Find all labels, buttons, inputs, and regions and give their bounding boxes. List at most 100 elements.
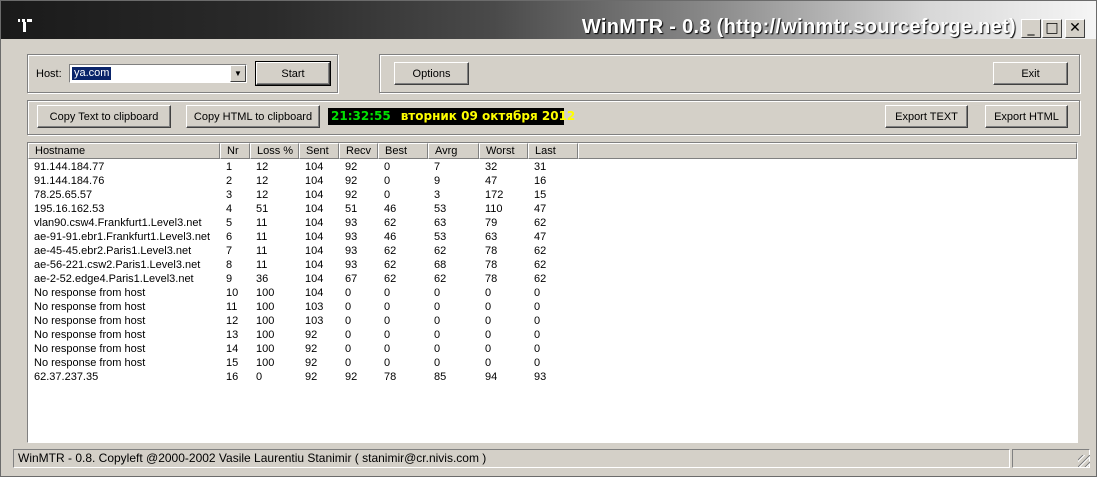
table-cell: 0 xyxy=(485,301,492,313)
table-cell: 0 xyxy=(434,301,441,313)
table-row[interactable]: 78.25.65.57 3 12 104 92 0 3 172 15 xyxy=(28,188,1077,202)
table-cell: 0 xyxy=(534,315,541,327)
table-row[interactable]: vlan90.csw4.Frankfurt1.Level3.net 5 11 104 9… xyxy=(28,216,1077,230)
table-cell: 12 xyxy=(226,315,239,327)
table-cell: 9 xyxy=(434,175,441,187)
table-cell: 92 xyxy=(345,175,358,187)
table-cell: 0 xyxy=(434,357,441,369)
table-cell: 47 xyxy=(534,231,547,243)
table-cell: 78 xyxy=(384,371,397,383)
table-cell: ae-45-45.ebr2.Paris1.Level3.net xyxy=(34,245,192,257)
table-row[interactable]: 91.144.184.77 1 12 104 92 0 7 32 31 xyxy=(28,160,1077,174)
table-cell: 12 xyxy=(256,189,269,201)
column-header-filler xyxy=(578,143,1077,159)
export-html-button[interactable]: Export HTML xyxy=(985,105,1068,128)
table-cell: 94 xyxy=(485,371,498,383)
table-row[interactable]: 195.16.162.53 4 51 104 51 46 53 110 47 xyxy=(28,202,1077,216)
column-header[interactable]: Hostname xyxy=(28,143,220,159)
table-cell: 67 xyxy=(345,273,358,285)
table-row[interactable]: ae-91-91.ebr1.Frankfurt1.Level3.net 6 11 10… xyxy=(28,230,1077,244)
table-cell: 63 xyxy=(485,231,498,243)
table-row[interactable]: No response from host 15 100 92 0 0 0 0 0 xyxy=(28,356,1077,370)
table-row[interactable]: No response from host 10 100 104 0 0 0 0 0 xyxy=(28,286,1077,300)
copy-html-button[interactable]: Copy HTML to clipboard xyxy=(186,105,320,128)
maximize-button[interactable]: □ xyxy=(1042,19,1062,38)
dropdown-arrow-button[interactable]: ▼ xyxy=(230,65,246,82)
table-cell: 104 xyxy=(305,259,324,271)
table-cell: 92 xyxy=(305,357,318,369)
table-cell: 46 xyxy=(384,203,397,215)
resize-grip[interactable] xyxy=(1078,455,1090,467)
export-text-button[interactable]: Export TEXT xyxy=(885,105,968,128)
table-cell: 100 xyxy=(256,315,275,327)
table-cell: 32 xyxy=(485,161,498,173)
exit-button[interactable]: Exit xyxy=(993,62,1068,85)
table-row[interactable]: No response from host 14 100 92 0 0 0 0 0 xyxy=(28,342,1077,356)
table-cell: 0 xyxy=(434,343,441,355)
table-cell: ae-91-91.ebr1.Frankfurt1.Level3.net xyxy=(34,231,211,243)
table-cell: No response from host xyxy=(34,301,146,313)
copy-text-button[interactable]: Copy Text to clipboard xyxy=(37,105,171,128)
table-cell: 62 xyxy=(384,273,397,285)
table-cell: 100 xyxy=(256,301,275,313)
column-header[interactable]: Loss % xyxy=(250,143,299,159)
table-cell: 62 xyxy=(534,217,547,229)
table-cell: 0 xyxy=(345,329,352,341)
title-bar[interactable]: WinMTR - 0.8 (http://winmtr.sourceforge.… xyxy=(1,1,1096,39)
table-row[interactable]: ae-56-221.csw2.Paris1.Level3.net 8 11 104 93… xyxy=(28,258,1077,272)
table-cell: 62.37.237.35 xyxy=(34,371,99,383)
table-cell: 92 xyxy=(305,329,318,341)
table-row[interactable]: No response from host 13 100 92 0 0 0 0 0 xyxy=(28,328,1077,342)
table-cell: 0 xyxy=(485,329,492,341)
table-cell: 6 xyxy=(226,231,233,243)
table-cell: 11 xyxy=(256,259,268,271)
table-cell: 0 xyxy=(384,357,391,369)
table-cell: 14 xyxy=(226,343,239,355)
column-header[interactable]: Sent xyxy=(299,143,339,159)
table-cell: 62 xyxy=(384,245,397,257)
column-header[interactable]: Recv xyxy=(339,143,378,159)
start-button[interactable]: Start xyxy=(255,61,331,86)
table-cell: 91.144.184.76 xyxy=(34,175,105,187)
table-cell: 0 xyxy=(384,301,391,313)
minimize-button[interactable]: _ xyxy=(1021,19,1041,38)
table-cell: 0 xyxy=(434,329,441,341)
table-cell: 172 xyxy=(485,189,504,201)
table-row[interactable]: ae-45-45.ebr2.Paris1.Level3.net 7 11 104 93 6… xyxy=(28,244,1077,258)
table-cell: ae-56-221.csw2.Paris1.Level3.net xyxy=(34,259,201,271)
table-cell: 92 xyxy=(345,161,358,173)
table-cell: 103 xyxy=(305,301,324,313)
column-header[interactable]: Best xyxy=(378,143,428,159)
options-button[interactable]: Options xyxy=(394,62,469,85)
app-icon[interactable] xyxy=(16,18,38,36)
table-cell: 0 xyxy=(345,343,352,355)
table-cell: 1 xyxy=(226,161,233,173)
table-cell: 0 xyxy=(534,343,541,355)
table-cell: 78 xyxy=(485,273,498,285)
column-header[interactable]: Avrg xyxy=(428,143,479,159)
column-header[interactable]: Nr xyxy=(220,143,250,159)
table-row[interactable]: 91.144.184.76 2 12 104 92 0 9 47 16 xyxy=(28,174,1077,188)
column-header[interactable]: Last xyxy=(528,143,578,159)
host-input[interactable]: ya.com xyxy=(72,67,112,80)
table-cell: 91.144.184.77 xyxy=(34,161,105,173)
list-header: Hostname Nr Loss % Sent Recv Best Avrg Worst Las… xyxy=(28,143,1077,159)
table-row[interactable]: No response from host 11 100 103 0 0 0 0 0 xyxy=(28,300,1077,314)
host-combobox[interactable]: ya.com ▼ xyxy=(69,64,247,83)
table-row[interactable]: No response from host 12 100 103 0 0 0 0 0 xyxy=(28,314,1077,328)
column-header[interactable]: Worst xyxy=(479,143,528,159)
table-cell: 104 xyxy=(305,231,324,243)
table-cell: 93 xyxy=(345,245,358,257)
results-list[interactable]: Hostname Nr Loss % Sent Recv Best Avrg Worst Las… xyxy=(27,142,1078,443)
table-cell: No response from host xyxy=(34,329,146,341)
minimize-icon: _ xyxy=(1027,20,1035,36)
table-row[interactable]: ae-2-52.edge4.Paris1.Level3.net 9 36 104 67 6… xyxy=(28,272,1077,286)
close-button[interactable]: ✕ xyxy=(1065,19,1085,38)
table-cell: 0 xyxy=(534,357,541,369)
table-cell: 78 xyxy=(485,245,498,257)
table-cell: 11 xyxy=(256,217,268,229)
table-cell: 11 xyxy=(226,301,238,313)
table-row[interactable]: 62.37.237.35 16 0 92 92 78 85 94 93 xyxy=(28,370,1077,384)
table-cell: 63 xyxy=(434,217,447,229)
table-cell: 100 xyxy=(256,287,275,299)
